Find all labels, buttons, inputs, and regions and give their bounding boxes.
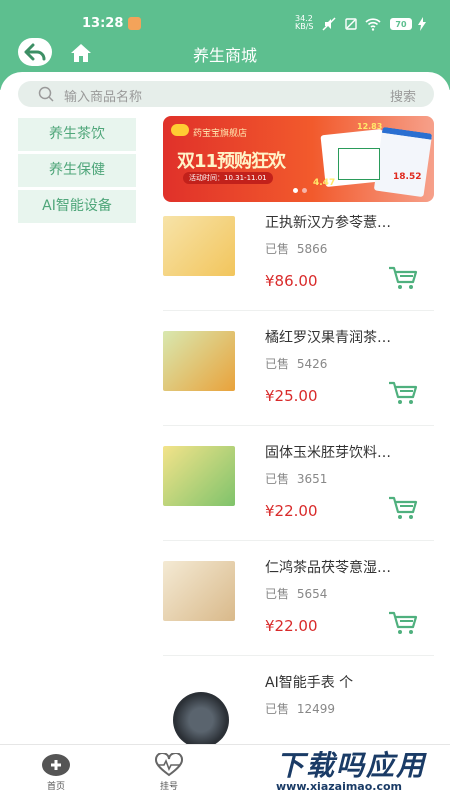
product-card[interactable]: 固体玉米胚芽饮料… 已售 3651 ¥22.00 [163,432,434,541]
watermark-url: www.xiazaimao.com [276,780,403,793]
carousel-dot-active [293,188,298,193]
product-card[interactable]: 橘红罗汉果青润茶… 已售 5426 ¥25.00 [163,317,434,426]
sold-label: 已售 [265,587,290,601]
product-image [163,561,235,621]
sold-label: 已售 [265,702,290,716]
product-image [163,331,235,391]
product-sold: 已售 5654 [265,585,327,602]
sold-label: 已售 [265,242,290,256]
store-logo [171,124,189,136]
watermark-title: 下载吗应用 [276,749,427,782]
search-button[interactable]: 搜索 [390,86,416,105]
category-tea-drinks[interactable]: 养生茶饮 [18,118,136,151]
category-ai-devices[interactable]: AI智能设备 [18,190,136,223]
sim-off-icon [344,17,358,35]
product-image [163,446,235,506]
sold-count: 12499 [296,702,336,716]
banner-price: 4.47 [313,178,336,188]
battery-indicator: 70 [390,18,412,30]
product-sold: 已售 12499 [265,700,335,717]
sold-label: 已售 [265,472,290,486]
status-time: 13:28 [82,16,124,31]
product-image [173,692,229,744]
home-tab-icon [42,754,70,776]
heartbeat-icon [155,753,183,777]
sold-count: 3651 [296,472,328,486]
product-price: ¥22.00 [265,617,318,635]
tab-home[interactable]: 首页 [26,753,86,792]
search-input[interactable]: 输入商品名称 [64,86,142,105]
add-to-cart-icon[interactable] [387,610,419,640]
sold-count: 5866 [296,242,328,256]
product-sold: 已售 5866 [265,240,327,257]
network-speed-unit: KB/S [295,22,314,31]
product-price: ¥22.00 [265,502,318,520]
main-content: 输入商品名称 搜索 养生茶饮 养生保健 AI智能设备 药宝宝旗舰店 双11预购狂… [0,72,450,744]
product-price: ¥86.00 [265,272,318,290]
banner-product-box [338,148,380,180]
tab-home-label: 首页 [46,782,65,792]
page-title: 养生商城 [192,46,257,65]
product-name: 仁鸿茶品茯苓意湿… [265,560,391,576]
add-to-cart-icon[interactable] [387,380,419,410]
product-name: 固体玉米胚芽饮料… [265,445,391,461]
banner-headline: 双11预购狂欢 [177,151,286,172]
product-sold: 已售 3651 [265,470,327,487]
promo-banner[interactable]: 药宝宝旗舰店 双11预购狂欢 活动时间：10.31-11.01 12.83 4.… [163,116,434,202]
sold-label: 已售 [265,357,290,371]
category-health-care[interactable]: 养生保健 [18,154,136,187]
charging-icon [418,17,426,35]
nav-bar: 养生商城 [0,38,450,70]
tab-register[interactable]: 挂号 [139,753,199,792]
mute-icon [322,17,336,35]
wifi-icon [365,17,381,35]
search-icon [38,86,54,106]
status-bar: 13:28 34.2 KB/S 70 [0,15,450,35]
tab-register-label: 挂号 [159,782,178,792]
banner-price: 12.83 [357,122,383,131]
search-bar[interactable]: 输入商品名称 搜索 [18,81,434,107]
banner-date: 活动时间：10.31-11.01 [183,172,273,184]
banner-store: 药宝宝旗舰店 [193,129,248,139]
banner-price: 18.52 [393,172,422,182]
product-card[interactable]: 仁鸿茶品茯苓意湿… 已售 5654 ¥22.00 [163,547,434,656]
product-card[interactable]: AI智能手表 个 已售 12499 [163,662,434,744]
sold-count: 5426 [296,357,328,371]
category-sidebar: 养生茶饮 养生保健 AI智能设备 [18,118,136,226]
product-card[interactable]: 正执新汉方参苓薏… 已售 5866 ¥86.00 [163,202,434,311]
sold-count: 5654 [296,587,328,601]
carousel-dot [302,188,307,193]
product-name: AI智能手表 个 [265,675,354,691]
notification-icon [128,17,141,30]
product-price: ¥25.00 [265,387,318,405]
product-sold: 已售 5426 [265,355,327,372]
network-speed: 34.2 KB/S [295,15,314,31]
product-name: 正执新汉方参苓薏… [265,215,391,231]
add-to-cart-icon[interactable] [387,495,419,525]
product-image [163,216,235,276]
product-name: 橘红罗汉果青润茶… [265,330,391,346]
banner-product-box [373,126,433,198]
add-to-cart-icon[interactable] [387,265,419,295]
watermark: 下载吗应用 www.xiazaimao.com [272,742,450,800]
